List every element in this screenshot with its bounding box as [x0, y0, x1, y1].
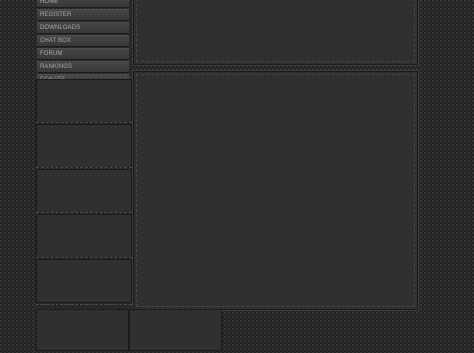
- nav-item-home[interactable]: HOME: [37, 0, 129, 8]
- sidebar-box-3: [36, 167, 132, 215]
- nav-item-chat-box[interactable]: CHAT BOX: [37, 35, 129, 47]
- main-nav-menu: HOME REGISTER DOWNLOADS CHAT BOX FORUM R…: [37, 0, 129, 87]
- nav-item-rankings[interactable]: RANKINGS: [37, 61, 129, 73]
- sidebar-box-1: [36, 77, 132, 125]
- footer-box-right: [130, 310, 221, 350]
- sidebar-box-5: [36, 257, 132, 305]
- sidebar-box-2: [36, 122, 132, 170]
- footer-box-left: [37, 310, 128, 350]
- nav-item-forum[interactable]: FORUM: [37, 48, 129, 60]
- main-content-panel: [134, 72, 417, 309]
- nav-item-register[interactable]: REGISTER: [37, 9, 129, 21]
- sidebar-box-4: [36, 212, 132, 260]
- header-content-panel: [134, 0, 417, 64]
- nav-item-downloads[interactable]: DOWNLOADS: [37, 22, 129, 34]
